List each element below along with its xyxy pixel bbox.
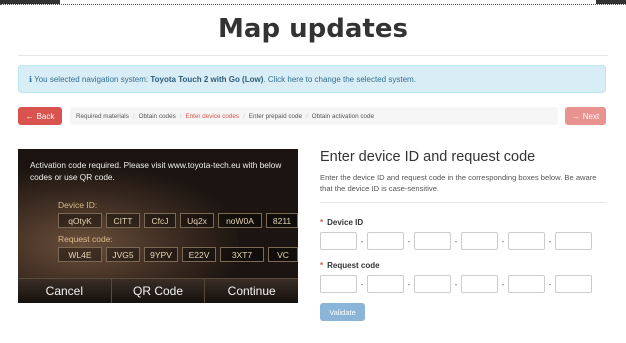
request-code-caption: Request code: bbox=[58, 234, 113, 244]
step-obtain-activation-code: Obtain activation code bbox=[311, 112, 375, 120]
request-code: VC bbox=[268, 247, 298, 262]
device-id-field-3[interactable] bbox=[414, 232, 451, 250]
request-code: E22V bbox=[182, 247, 216, 262]
field-separator: - bbox=[501, 279, 505, 289]
device-id-code: CfcJ bbox=[144, 213, 176, 228]
info-icon: ℹ bbox=[29, 75, 33, 84]
request-code-label: * Request code bbox=[320, 261, 380, 270]
field-separator: - bbox=[360, 279, 364, 289]
request-code-field-4[interactable] bbox=[461, 275, 498, 293]
top-border-accent-right bbox=[596, 0, 626, 4]
field-separator: - bbox=[454, 279, 458, 289]
field-separator: - bbox=[501, 236, 505, 246]
request-code-field-5[interactable] bbox=[508, 275, 545, 293]
form-divider bbox=[320, 202, 606, 203]
request-code-field-2[interactable] bbox=[367, 275, 404, 293]
request-code: 9YPV bbox=[144, 247, 178, 262]
required-marker: * bbox=[320, 218, 324, 227]
next-button[interactable]: → Next bbox=[565, 107, 606, 125]
info-alert: ℹ You selected navigation system: Toyota… bbox=[18, 65, 606, 93]
step-enter-prepaid-code: Enter prepaid code bbox=[248, 112, 302, 120]
breadcrumb-separator: / bbox=[243, 112, 245, 120]
divider bbox=[18, 55, 608, 56]
device-qr-code-button: QR Code bbox=[112, 279, 206, 303]
info-prefix: You selected navigation system: bbox=[34, 75, 149, 84]
device-id-label-text: Device ID bbox=[327, 218, 364, 227]
back-button-label: Back bbox=[36, 111, 55, 121]
device-id-code: 8211 bbox=[266, 213, 298, 228]
device-id-label: * Device ID bbox=[320, 218, 363, 227]
device-id-codes: qOtyK CITT CfcJ Uq2x noW0A 8211 bbox=[58, 213, 298, 228]
breadcrumb-separator: / bbox=[179, 112, 182, 120]
selected-system: Toyota Touch 2 with Go (Low) bbox=[150, 75, 264, 84]
request-code-label-text: Request code bbox=[327, 261, 380, 270]
top-dotted-line bbox=[0, 4, 626, 5]
request-code-field-6[interactable] bbox=[555, 275, 592, 293]
request-code: WL4E bbox=[58, 247, 102, 262]
validate-button[interactable]: Validate bbox=[320, 303, 365, 321]
device-id-code: qOtyK bbox=[58, 213, 102, 228]
device-continue-button: Continue bbox=[227, 284, 276, 298]
step-breadcrumb: Required materials / Obtain codes / Ente… bbox=[70, 107, 558, 125]
field-separator: - bbox=[548, 279, 552, 289]
back-button[interactable]: ← Back bbox=[18, 107, 62, 125]
device-id-field-6[interactable] bbox=[555, 232, 592, 250]
required-marker: * bbox=[320, 261, 324, 270]
device-button-bar: Cancel QR Code Continue bbox=[18, 278, 298, 303]
field-separator: - bbox=[407, 236, 411, 246]
field-separator: - bbox=[360, 236, 364, 246]
device-id-code: Uq2x bbox=[180, 213, 214, 228]
field-separator: - bbox=[548, 236, 552, 246]
device-id-field-1[interactable] bbox=[320, 232, 357, 250]
arrow-right-icon: → bbox=[571, 111, 580, 121]
request-code-inputs: - - - - - bbox=[320, 275, 592, 293]
breadcrumb-separator: / bbox=[132, 112, 135, 120]
field-separator: - bbox=[407, 279, 411, 289]
request-codes: WL4E JVG5 9YPV E22V 3XT7 VC bbox=[58, 247, 298, 262]
device-id-field-5[interactable] bbox=[508, 232, 545, 250]
device-id-caption: Device ID: bbox=[58, 200, 98, 210]
arrow-left-icon: ← bbox=[25, 111, 34, 121]
form-description: Enter the device ID and request code in … bbox=[320, 173, 597, 193]
step-required-materials: Required materials bbox=[76, 112, 129, 120]
request-code-field-3[interactable] bbox=[414, 275, 451, 293]
device-id-field-2[interactable] bbox=[367, 232, 404, 250]
request-code: 3XT7 bbox=[220, 247, 264, 262]
device-id-field-4[interactable] bbox=[461, 232, 498, 250]
device-id-code: CITT bbox=[106, 213, 140, 228]
request-code-field-1[interactable] bbox=[320, 275, 357, 293]
page-title: Map updates bbox=[218, 14, 408, 44]
field-separator: - bbox=[454, 236, 458, 246]
form-heading: Enter device ID and request code bbox=[320, 149, 536, 165]
breadcrumb-separator: / bbox=[306, 112, 308, 120]
device-id-code: noW0A bbox=[218, 213, 262, 228]
step-obtain-codes: Obtain codes bbox=[138, 112, 176, 120]
step-enter-device-codes: Enter device codes bbox=[185, 112, 240, 120]
device-id-inputs: - - - - - bbox=[320, 232, 592, 250]
top-border bbox=[0, 0, 626, 8]
request-code: JVG5 bbox=[106, 247, 140, 262]
device-message: Activation code required. Please visit w… bbox=[30, 160, 282, 182]
change-system-link[interactable]: . Click here to change the selected syst… bbox=[263, 75, 416, 84]
device-cancel-button: Cancel bbox=[18, 279, 112, 303]
device-screen-image: Activation code required. Please visit w… bbox=[18, 149, 298, 303]
next-button-label: Next bbox=[582, 111, 600, 121]
